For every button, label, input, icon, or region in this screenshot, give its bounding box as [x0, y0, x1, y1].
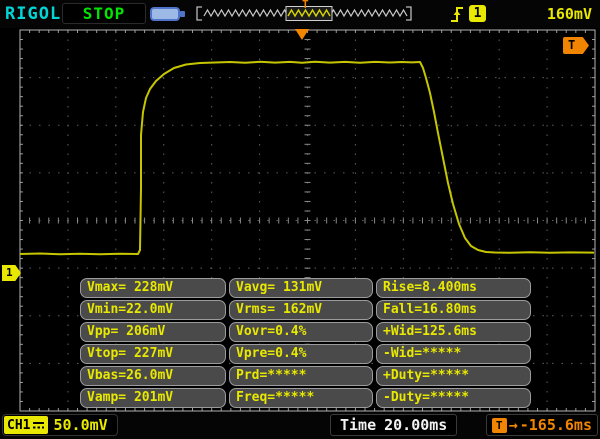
top-status-bar: RIGOL STOP T 1 160mV [0, 0, 600, 28]
vertical-scale-value: 50.0mV [53, 416, 108, 434]
rising-edge-trigger-icon [451, 7, 463, 22]
measurement-panel: Vmax= 228mV Vavg= 131mV Rise=8.400ms Vmi… [80, 278, 531, 408]
memory-trigger-marker: T [302, 0, 309, 11]
measurement-cell-prd: Prd=***** [229, 366, 373, 386]
timebase-label: Time [340, 416, 377, 434]
measurement-cell-nwid: -Wid=***** [376, 344, 531, 364]
timebase-value: 20.00ms [384, 416, 448, 434]
trigger-level-value: 160mV [546, 5, 592, 23]
measurement-cell-pduty: +Duty=***** [376, 366, 531, 386]
offset-value: -165.6ms [519, 416, 592, 434]
trigger-position-marker-icon [295, 29, 309, 40]
measurement-cell-vpp: Vpp= 206mV [80, 322, 226, 342]
brand-logo: RIGOL [5, 4, 62, 24]
measurement-cell-pwid: +Wid=125.6ms [376, 322, 531, 342]
measurement-cell-vmin: Vmin=22.0mV [80, 300, 226, 320]
measurement-cell-fall: Fall=16.80ms [376, 300, 531, 320]
measurement-cell-vavg: Vavg= 131mV [229, 278, 373, 298]
measurement-cell-nduty: -Duty=***** [376, 388, 531, 408]
run-state-badge: STOP [62, 3, 146, 24]
offset-arrow-icon: → [508, 416, 518, 434]
channel1-badge: CH1 [4, 416, 49, 434]
channel1-status: CH1 50.0mV [2, 414, 118, 436]
measurement-cell-freq: Freq=***** [229, 388, 373, 408]
measurement-cell-vpre: Vpre=0.4% [229, 344, 373, 364]
oscilloscope-display: RIGOL STOP T 1 160mV T 1 Vmax= 228mV Vav… [0, 0, 600, 439]
horizontal-offset-status: T → -165.6ms [485, 414, 598, 436]
measurement-cell-vovr: Vovr=0.4% [229, 322, 373, 342]
channel1-label: CH1 [7, 417, 31, 433]
measurement-cell-rise: Rise=8.400ms [376, 278, 531, 298]
dc-coupling-icon [33, 422, 45, 429]
measurement-cell-vrms: Vrms= 162mV [229, 300, 373, 320]
measurement-cell-vamp: Vamp= 201mV [80, 388, 226, 408]
trigger-source-badge: 1 [469, 5, 486, 22]
timebase-status: Time 20.00ms [330, 414, 458, 436]
measurement-cell-vbas: Vbas=26.0mV [80, 366, 226, 386]
usb-device-icon [150, 7, 185, 21]
measurement-cell-vmax: Vmax= 228mV [80, 278, 226, 298]
measurement-cell-vtop: Vtop= 227mV [80, 344, 226, 364]
trigger-offset-icon: T [491, 417, 507, 433]
waveform-screen: T 1 Vmax= 228mV Vavg= 131mV Rise=8.400ms… [0, 28, 600, 412]
bottom-status-bar: CH1 50.0mV Time 20.00ms T → -165.6ms [0, 412, 600, 439]
